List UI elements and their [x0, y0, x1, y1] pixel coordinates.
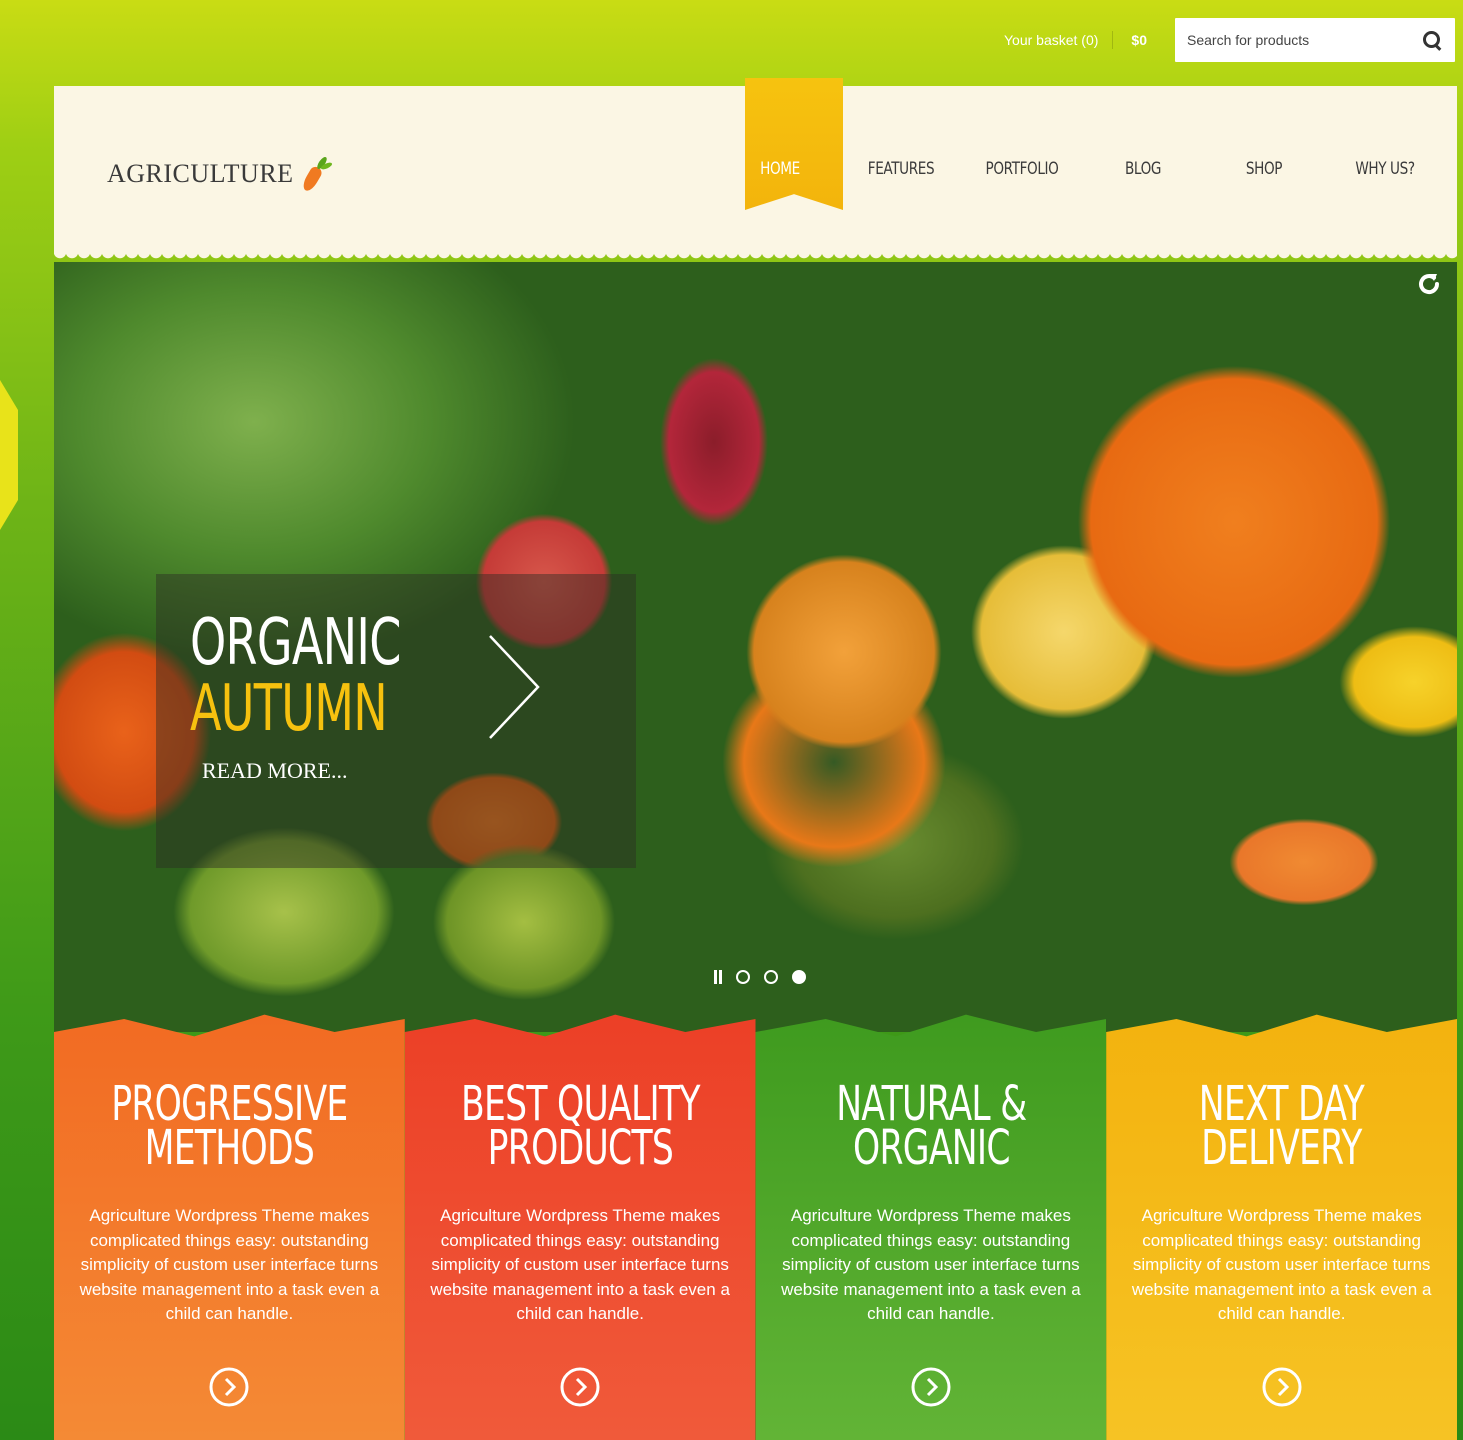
chevron-right-icon[interactable] — [484, 632, 544, 742]
nav-why-us[interactable]: WHY US? — [1327, 86, 1442, 252]
feature-title: NEXT DAY DELIVERY — [1199, 1076, 1365, 1176]
slide-dot-active[interactable] — [792, 970, 806, 984]
nav-blog[interactable]: BLOG — [1085, 86, 1200, 252]
nav-portfolio[interactable]: PORTFOLIO — [983, 86, 1061, 252]
feature-title: BEST QUALITY PRODUCTS — [460, 1076, 700, 1176]
nav-shop[interactable]: SHOP — [1225, 86, 1303, 252]
top-utility-bar: Your basket (0) $0 — [990, 18, 1455, 62]
basket-link[interactable]: Your basket (0) — [990, 32, 1112, 48]
slide-dot[interactable] — [736, 970, 750, 984]
slide-title-line2: AUTUMN — [190, 672, 388, 746]
circle-arrow-right-icon[interactable] — [910, 1366, 952, 1408]
feature-panels: PROGRESSIVE METHODS Agriculture Wordpress… — [54, 1006, 1457, 1440]
feature-title: NATURAL & ORGANIC — [835, 1076, 1027, 1176]
search-box — [1175, 18, 1455, 62]
circle-arrow-right-icon[interactable] — [1261, 1366, 1303, 1408]
circle-arrow-right-icon[interactable] — [208, 1366, 250, 1408]
main-nav: HOME FEATURES PORTFOLIO BLOG SHOP WHY US… — [731, 86, 1457, 252]
circle-arrow-right-icon[interactable] — [559, 1366, 601, 1408]
feature-text: Agriculture Wordpress Theme makes compli… — [1131, 1206, 1432, 1323]
carrot-icon — [299, 154, 336, 194]
read-more-link[interactable]: READ MORE... — [202, 758, 347, 784]
feature-panel: NEXT DAY DELIVERY Agriculture Wordpress T… — [1106, 1014, 1457, 1440]
site-header: AGRICULTURE HOME FEATURES PORTFOLIO BLOG… — [54, 78, 1457, 266]
nav-features[interactable]: FEATURES — [843, 86, 958, 252]
slide-dot[interactable] — [764, 970, 778, 984]
feature-title: PROGRESSIVE METHODS — [111, 1076, 348, 1176]
basket-total[interactable]: $0 — [1113, 32, 1175, 48]
search-icon[interactable] — [1421, 29, 1443, 51]
slide-caption: ORGANIC AUTUMN READ MORE... — [156, 574, 636, 868]
feature-text: Agriculture Wordpress Theme makes compli… — [79, 1206, 380, 1323]
feature-panel: BEST QUALITY PRODUCTS Agriculture Wordpre… — [404, 1014, 756, 1440]
nav-home[interactable]: HOME — [741, 86, 819, 252]
refresh-icon[interactable] — [1415, 270, 1443, 298]
feature-text: Agriculture Wordpress Theme makes compli… — [781, 1206, 1081, 1323]
feature-panel: NATURAL & ORGANIC Agriculture Wordpress T… — [755, 1014, 1107, 1440]
pause-icon[interactable] — [714, 970, 722, 984]
side-decoration — [0, 380, 18, 530]
site-logo[interactable]: AGRICULTURE — [107, 154, 336, 194]
search-input[interactable] — [1187, 32, 1421, 48]
hero-slider: ORGANIC AUTUMN READ MORE... — [54, 262, 1457, 1032]
slide-title-line1: ORGANIC — [190, 606, 401, 680]
feature-panel: PROGRESSIVE METHODS Agriculture Wordpress… — [54, 1014, 405, 1440]
slider-pagination — [714, 970, 806, 984]
feature-text: Agriculture Wordpress Theme makes compli… — [430, 1206, 730, 1323]
logo-text: AGRICULTURE — [107, 159, 294, 188]
